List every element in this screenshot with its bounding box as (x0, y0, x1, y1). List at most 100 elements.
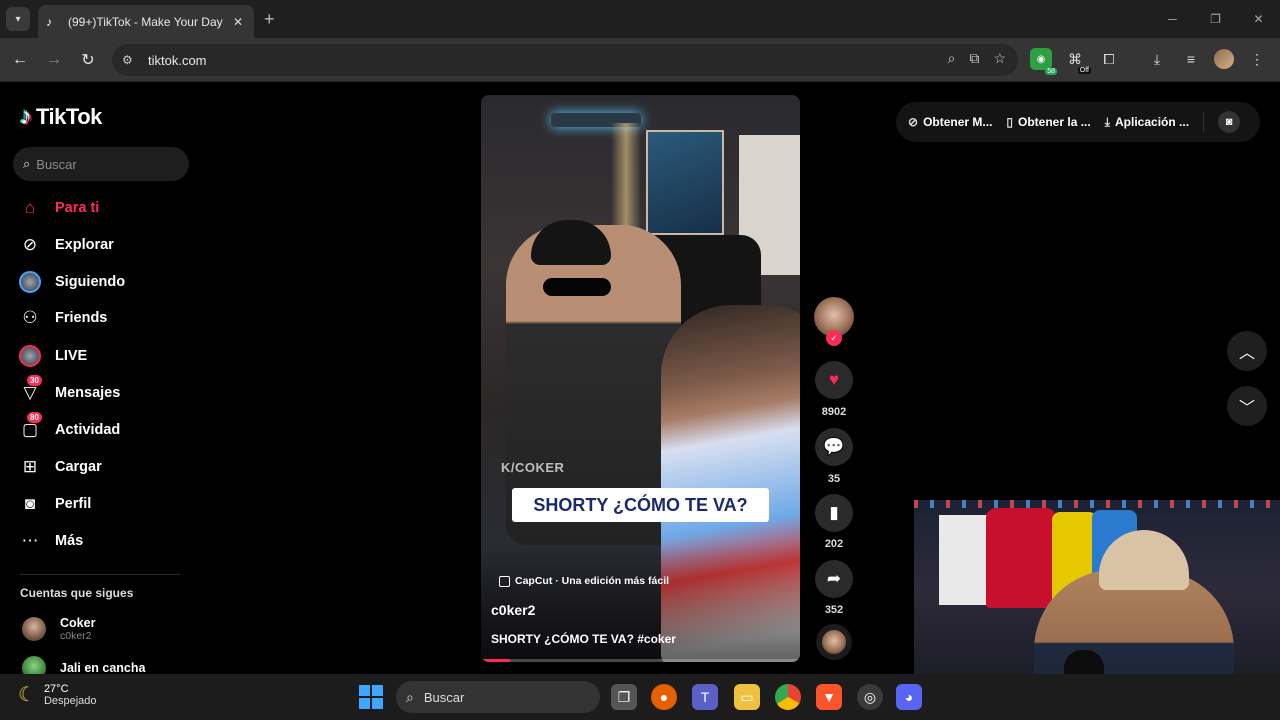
previous-video-chevron-up-icon[interactable]: ︿ (1227, 331, 1267, 371)
new-tab-button[interactable]: + (264, 8, 275, 30)
media-controls-icon[interactable]: ≡ (1180, 48, 1202, 70)
chrome-icon[interactable] (775, 684, 801, 710)
taskbar-search[interactable]: ⌕ Buscar (396, 681, 600, 713)
nav-label: Siguiendo (55, 274, 126, 290)
user-profile-icon[interactable]: ◙ (1218, 111, 1241, 133)
address-bar[interactable]: ⚙ tiktok.com ⌕ ⧉ ☆ (112, 44, 1018, 76)
promo-label: Aplicación ... (1115, 115, 1190, 129)
tiktok-sidebar: ♪ TikTok ⌕ ⌂ Para ti ⊘ Explorar Siguiend… (0, 82, 200, 680)
search-icon: ⌕ (23, 156, 31, 171)
browser-tabbar: ▾ ♪ (99+)TikTok - Make Your Day ✕ + ─ ❐ … (0, 0, 1280, 38)
nav-label: Friends (55, 310, 108, 326)
browser-tab[interactable]: ♪ (99+)TikTok - Make Your Day ✕ (38, 5, 254, 38)
get-coins-button[interactable]: ⊘ Obtener M... (908, 115, 992, 129)
profile-avatar[interactable] (1214, 49, 1234, 69)
activity-badge: 80 (27, 412, 42, 423)
extension-green-icon[interactable]: ◉ 58 (1030, 48, 1057, 75)
video-author[interactable]: c0ker2 (491, 602, 535, 618)
search-input[interactable] (36, 156, 167, 172)
compass-icon: ⊘ (22, 235, 38, 254)
promo-divider (1203, 112, 1205, 132)
capcut-tag[interactable]: CapCut · Una edición más fácil (499, 575, 669, 587)
like-count: 8902 (821, 406, 847, 418)
nav-item-mensajes[interactable]: ▽ 30 Mensajes (18, 375, 188, 408)
video-progress-bar[interactable] (481, 659, 800, 662)
like-heart-icon[interactable]: ♥ (815, 361, 853, 399)
bookmark-star-icon[interactable]: ☆ (993, 50, 1006, 67)
more-icon: ⋯ (21, 531, 39, 550)
music-disc-avatar[interactable] (816, 624, 852, 660)
file-explorer-icon[interactable]: ▭ (734, 684, 760, 710)
tab-list-button[interactable]: ▾ (6, 7, 30, 31)
nav-item-para-ti[interactable]: ⌂ Para ti (18, 193, 188, 223)
install-app-icon[interactable]: ⧉ (969, 50, 979, 67)
profile-icon: ◙ (24, 494, 36, 513)
nav-item-cargar[interactable]: ⊞ Cargar (18, 452, 188, 482)
nav-item-live[interactable]: LIVE (18, 341, 188, 371)
firefox-icon[interactable]: ● (651, 684, 677, 710)
logo-text: TikTok (36, 104, 102, 129)
home-icon: ⌂ (24, 198, 36, 217)
restore-icon[interactable]: ❐ (1194, 0, 1237, 38)
following-account-item[interactable]: Coker c0ker2 (22, 616, 95, 642)
search-icon: ⌕ (406, 688, 414, 705)
video-description: SHORTY ¿CÓMO TE VA? #coker (491, 632, 676, 646)
extensions-puzzle-icon[interactable]: ⧠ (1098, 48, 1120, 70)
nav-item-mas[interactable]: ⋯ Más (18, 526, 188, 556)
extensions-area: ◉ 58 ⌘ Off ⧠ ⤓ ≡ ⋮ (1030, 48, 1268, 75)
weather-temperature: 27°C (43, 682, 69, 695)
comment-icon[interactable]: 💬 (815, 428, 853, 466)
discord-icon[interactable]: ◕ (896, 684, 922, 710)
teams-icon[interactable]: T (692, 684, 718, 710)
minimize-icon[interactable]: ─ (1151, 0, 1194, 38)
windows-start-icon[interactable] (359, 685, 383, 709)
comment-count: 35 (827, 473, 841, 485)
url-text[interactable]: tiktok.com (148, 53, 207, 68)
window-controls: ─ ❐ ✕ (1151, 0, 1280, 38)
obs-icon[interactable]: ◎ (857, 684, 883, 710)
back-button[interactable]: ← (8, 48, 32, 72)
nav-item-explorar[interactable]: ⊘ Explorar (18, 230, 188, 260)
activity-icon: ▢ 80 (18, 412, 42, 442)
nav-item-siguiendo[interactable]: Siguiendo (18, 267, 188, 297)
browser-menu-icon[interactable]: ⋮ (1246, 48, 1268, 70)
video-player[interactable]: K/COKER SHORTY ¿CÓMO TE VA? CapCut · Una… (481, 95, 800, 662)
nav-label: Perfil (55, 496, 92, 512)
nav-item-perfil[interactable]: ◙ Perfil (18, 489, 188, 519)
tiktok-logo[interactable]: ♪ TikTok (20, 104, 102, 130)
search-box[interactable]: ⌕ (13, 147, 189, 181)
brave-icon[interactable]: ▼ (816, 684, 842, 710)
taskbar-search-label: Buscar (423, 689, 465, 705)
browser-toolbar: ← → ↻ ⚙ tiktok.com ⌕ ⧉ ☆ ◉ 58 ⌘ Off ⧠ ⤓ ≡ … (0, 38, 1280, 82)
promo-label: Obtener la ... (1018, 115, 1091, 129)
close-tab-icon[interactable]: ✕ (230, 15, 246, 29)
promo-label: Obtener M... (923, 115, 993, 129)
task-view-icon[interactable]: ❐ (611, 684, 637, 710)
nav-item-friends[interactable]: ⚇ Friends (18, 303, 188, 333)
share-arrow-icon[interactable]: ➦ (815, 560, 853, 598)
nav-label: Mensajes (55, 385, 121, 401)
forward-button[interactable]: → (42, 48, 66, 72)
download-icon[interactable]: ⤓ (1146, 48, 1168, 70)
close-window-icon[interactable]: ✕ (1237, 0, 1280, 38)
get-app-button[interactable]: ▯ Obtener la ... (1006, 115, 1090, 129)
video-scene-poster (646, 130, 724, 235)
tiktok-note-icon: ♪ (20, 103, 32, 130)
follow-check-icon[interactable]: ✓ (826, 330, 842, 346)
next-video-chevron-down-icon[interactable]: ﹀ (1227, 386, 1267, 426)
reload-button[interactable]: ↻ (76, 48, 100, 72)
share-count: 352 (824, 604, 844, 616)
get-app-bar: ⊘ Obtener M... ▯ Obtener la ... ⤓ Aplica… (896, 102, 1260, 142)
desktop-app-button[interactable]: ⤓ Aplicación ... (1105, 115, 1189, 130)
site-info-icon[interactable]: ⚙ (122, 53, 146, 67)
bookmark-icon[interactable]: ▮ (815, 494, 853, 532)
weather-widget[interactable]: ☾ 27°C Despejado (18, 682, 97, 707)
download-icon: ⤓ (1104, 114, 1111, 129)
upload-icon: ⊞ (22, 457, 38, 476)
messages-icon: ▽ 30 (18, 375, 42, 405)
video-watermark: K/COKER (501, 460, 565, 475)
extension-off-icon[interactable]: ⌘ Off (1064, 48, 1091, 74)
video-caption: SHORTY ¿CÓMO TE VA? (533, 494, 748, 515)
zoom-icon[interactable]: ⌕ (948, 50, 956, 67)
nav-item-actividad[interactable]: ▢ 80 Actividad (18, 412, 188, 445)
